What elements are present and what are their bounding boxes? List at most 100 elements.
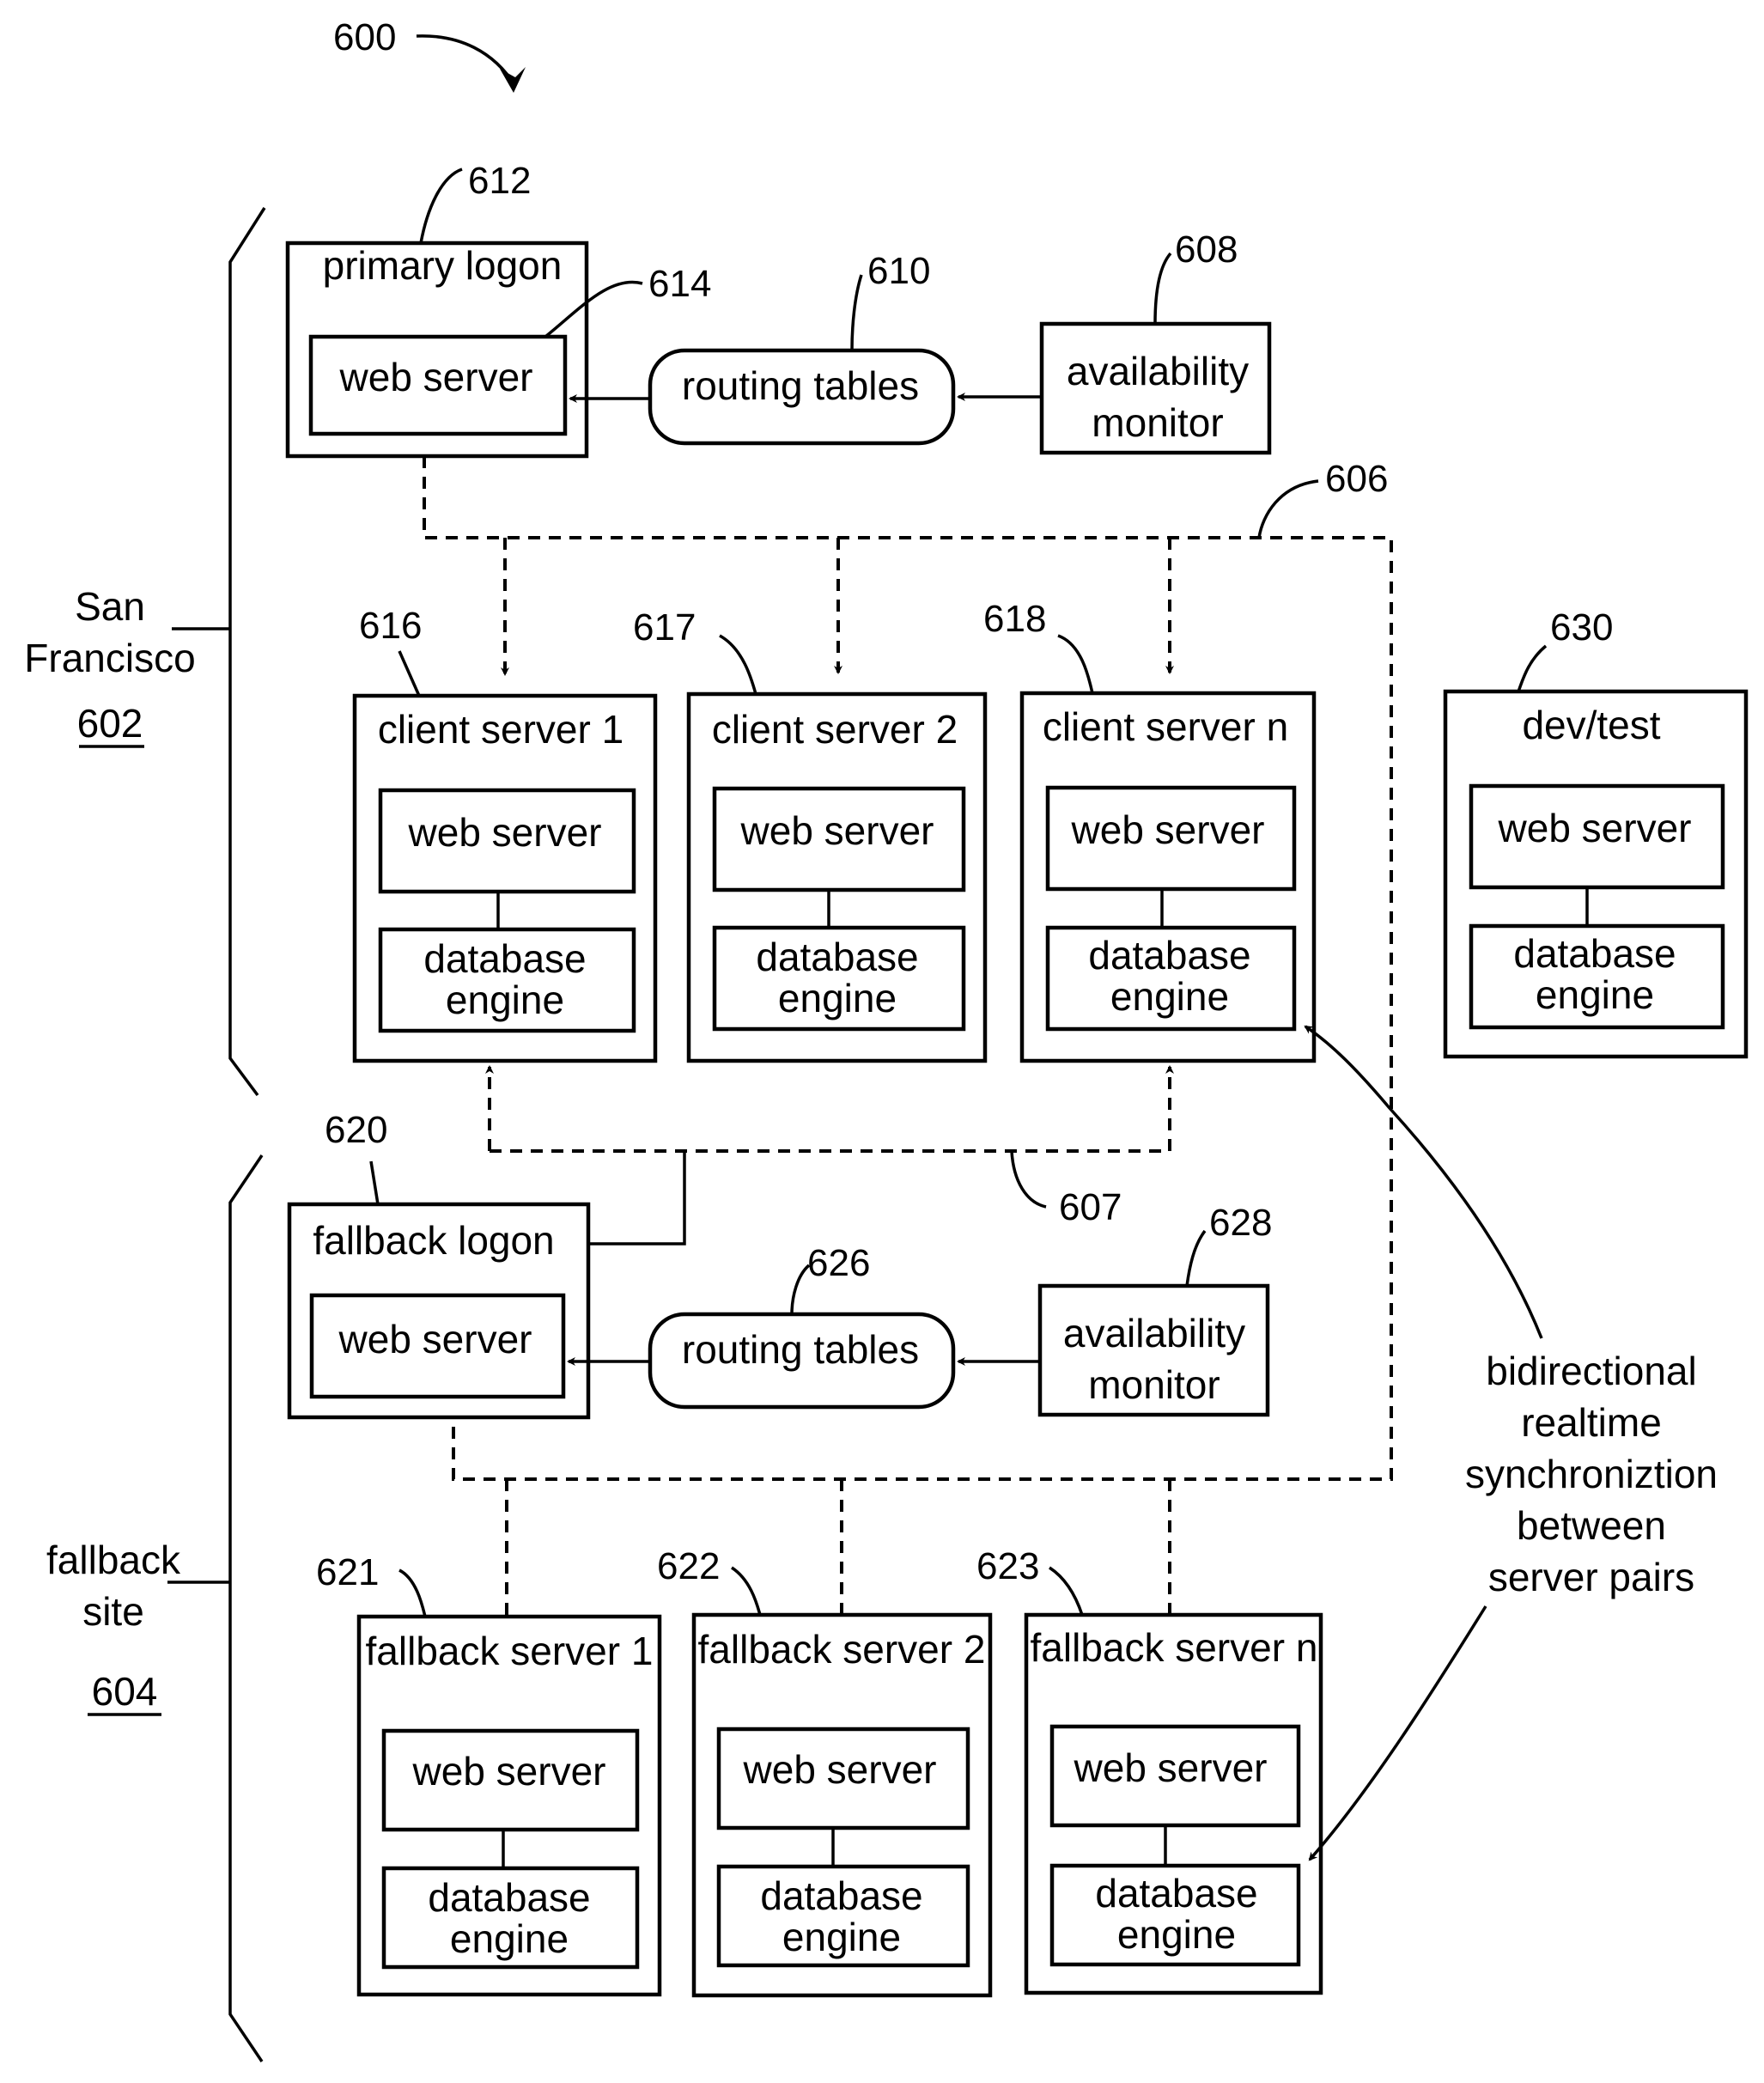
client-server-n-db-line1: database (1088, 933, 1250, 978)
dev-test-db-line1: database (1513, 931, 1676, 976)
sync-note-line2: realtime (1521, 1400, 1662, 1445)
client-server-2-db-line1: database (756, 935, 918, 979)
sync-note-line3: synchroniztion (1465, 1452, 1718, 1496)
fallback-server-n-node[interactable]: fallback server n web server database en… (1024, 1612, 1323, 1995)
fallback-server-2-db-line2: engine (782, 1915, 901, 1959)
ref-622: 622 (657, 1545, 720, 1587)
fallback-server-1-node[interactable]: fallback server 1 web server database en… (356, 1614, 662, 1997)
ref-608: 608 (1175, 228, 1238, 271)
ref-606-leader (1257, 479, 1319, 539)
site-name-primary-1: San (75, 584, 145, 629)
routing-tables-primary-node[interactable]: routing tables (648, 348, 956, 446)
ref-626-leader (790, 1264, 811, 1315)
client-server-1-db-line1: database (423, 936, 586, 981)
client-server-1-node[interactable]: client server 1 web server database engi… (352, 693, 658, 1063)
ref-616-leader (398, 650, 421, 697)
client-server-1-web-label: web server (408, 810, 602, 855)
dev-test-web-label: web server (1498, 806, 1692, 850)
client-server-1-title: client server 1 (378, 707, 623, 752)
site-ref-primary: 602 (77, 701, 143, 746)
ref-630: 630 (1550, 606, 1613, 649)
routing-tables-primary-label: routing tables (682, 363, 919, 408)
client-server-2-node[interactable]: client server 2 web server database engi… (686, 691, 988, 1063)
client-server-2-db-line2: engine (778, 976, 897, 1020)
availability-monitor-primary-node[interactable]: availability monitor (1039, 321, 1272, 455)
fallback-logon-node[interactable]: fallback logon web server (287, 1202, 591, 1420)
ref-623-leader (1049, 1566, 1084, 1616)
ref-607: 607 (1059, 1186, 1122, 1228)
client-server-2-web-label: web server (740, 808, 934, 853)
ref-610: 610 (867, 250, 930, 292)
ref-614: 614 (648, 263, 711, 305)
ref-630-leader (1517, 644, 1548, 692)
sync-note-line4: between (1517, 1503, 1666, 1548)
fallback-logon-to-bus-607 (587, 1151, 686, 1246)
dev-test-node[interactable]: dev/test web server database engine (1443, 689, 1749, 1059)
ref-620-leader (369, 1160, 380, 1205)
fallback-server-1-db-line1: database (428, 1875, 590, 1920)
ref-617-leader (719, 634, 757, 695)
ref-628: 628 (1209, 1202, 1272, 1244)
ref-623: 623 (976, 1545, 1039, 1587)
sync-arrow-to-fallback-n (1308, 1605, 1487, 1861)
ref-626: 626 (807, 1242, 870, 1284)
ref-612: 612 (468, 160, 531, 202)
availability-monitor-fallback-line1: availability (1063, 1311, 1245, 1355)
bracket-primary-site (228, 207, 266, 1097)
ref-612-leader (419, 167, 463, 244)
sync-note-line1: bidirectional (1486, 1349, 1696, 1393)
primary-logon-node[interactable]: primary logon web server (285, 241, 589, 459)
fallback-server-2-title: fallback server 2 (698, 1627, 986, 1672)
routing-tables-fallback-label: routing tables (682, 1327, 919, 1372)
ref-610-leader (850, 274, 863, 351)
figure-ref-arrow-icon (500, 67, 526, 93)
ref-616: 616 (359, 605, 422, 647)
primary-logon-web-server-label: web server (339, 355, 533, 399)
ref-618: 618 (983, 598, 1046, 640)
availability-monitor-primary-line2: monitor (1092, 400, 1223, 445)
availability-monitor-fallback-node[interactable]: availability monitor (1037, 1283, 1270, 1417)
client-server-1-db-line2: engine (446, 978, 564, 1022)
client-server-2-title: client server 2 (712, 707, 958, 752)
site-name-fallback-1: fallback (46, 1538, 181, 1582)
site-name-fallback-2: site (82, 1589, 144, 1634)
fallback-server-1-db-line2: engine (450, 1916, 569, 1961)
fallback-server-2-node[interactable]: fallback server 2 web server database en… (691, 1612, 993, 1998)
figure-ref: 600 (333, 16, 396, 58)
ref-606: 606 (1325, 458, 1388, 500)
routing-tables-fallback-node[interactable]: routing tables (648, 1312, 956, 1410)
site-ref-fallback: 604 (92, 1669, 158, 1714)
dev-test-title: dev/test (1522, 703, 1660, 747)
fallback-server-n-web-label: web server (1074, 1745, 1268, 1790)
sync-note-line5: server pairs (1488, 1555, 1694, 1599)
fallback-server-2-web-label: web server (743, 1747, 937, 1792)
fallback-server-2-db-line1: database (760, 1873, 922, 1918)
client-server-n-node[interactable]: client server n web server database engi… (1019, 691, 1317, 1063)
site-name-primary-2: Francisco (24, 636, 195, 680)
primary-logon-title: primary logon (323, 243, 563, 288)
fallback-logon-title: fallback logon (313, 1218, 554, 1263)
sync-arrow-to-client-n (1304, 1025, 1543, 1339)
figure-ref-leader (416, 34, 517, 87)
ref-620: 620 (325, 1109, 387, 1151)
architecture-diagram: 600 San Francisco 602 fallback site 604 … (24, 16, 1749, 2062)
ref-628-leader (1185, 1229, 1207, 1287)
fallback-server-n-db-line1: database (1095, 1871, 1257, 1916)
ref-621: 621 (316, 1551, 379, 1593)
client-server-n-title: client server n (1043, 704, 1288, 749)
fallback-server-1-web-label: web server (412, 1749, 606, 1794)
ref-621-leader (398, 1568, 427, 1617)
fallback-server-n-title: fallback server n (1031, 1625, 1318, 1670)
fallback-logon-web-server-label: web server (338, 1317, 532, 1361)
fallback-server-1-title: fallback server 1 (366, 1629, 654, 1673)
client-server-n-web-label: web server (1071, 807, 1265, 852)
client-server-n-db-line2: engine (1110, 974, 1229, 1019)
ref-617: 617 (633, 606, 696, 649)
ref-622-leader (730, 1566, 762, 1616)
bracket-fallback-site (228, 1154, 264, 2062)
ref-608-leader (1153, 252, 1172, 325)
ref-607-leader (1010, 1150, 1047, 1209)
fallback-server-n-db-line2: engine (1117, 1912, 1236, 1957)
availability-monitor-primary-line1: availability (1067, 349, 1249, 393)
ref-618-leader (1057, 634, 1094, 694)
